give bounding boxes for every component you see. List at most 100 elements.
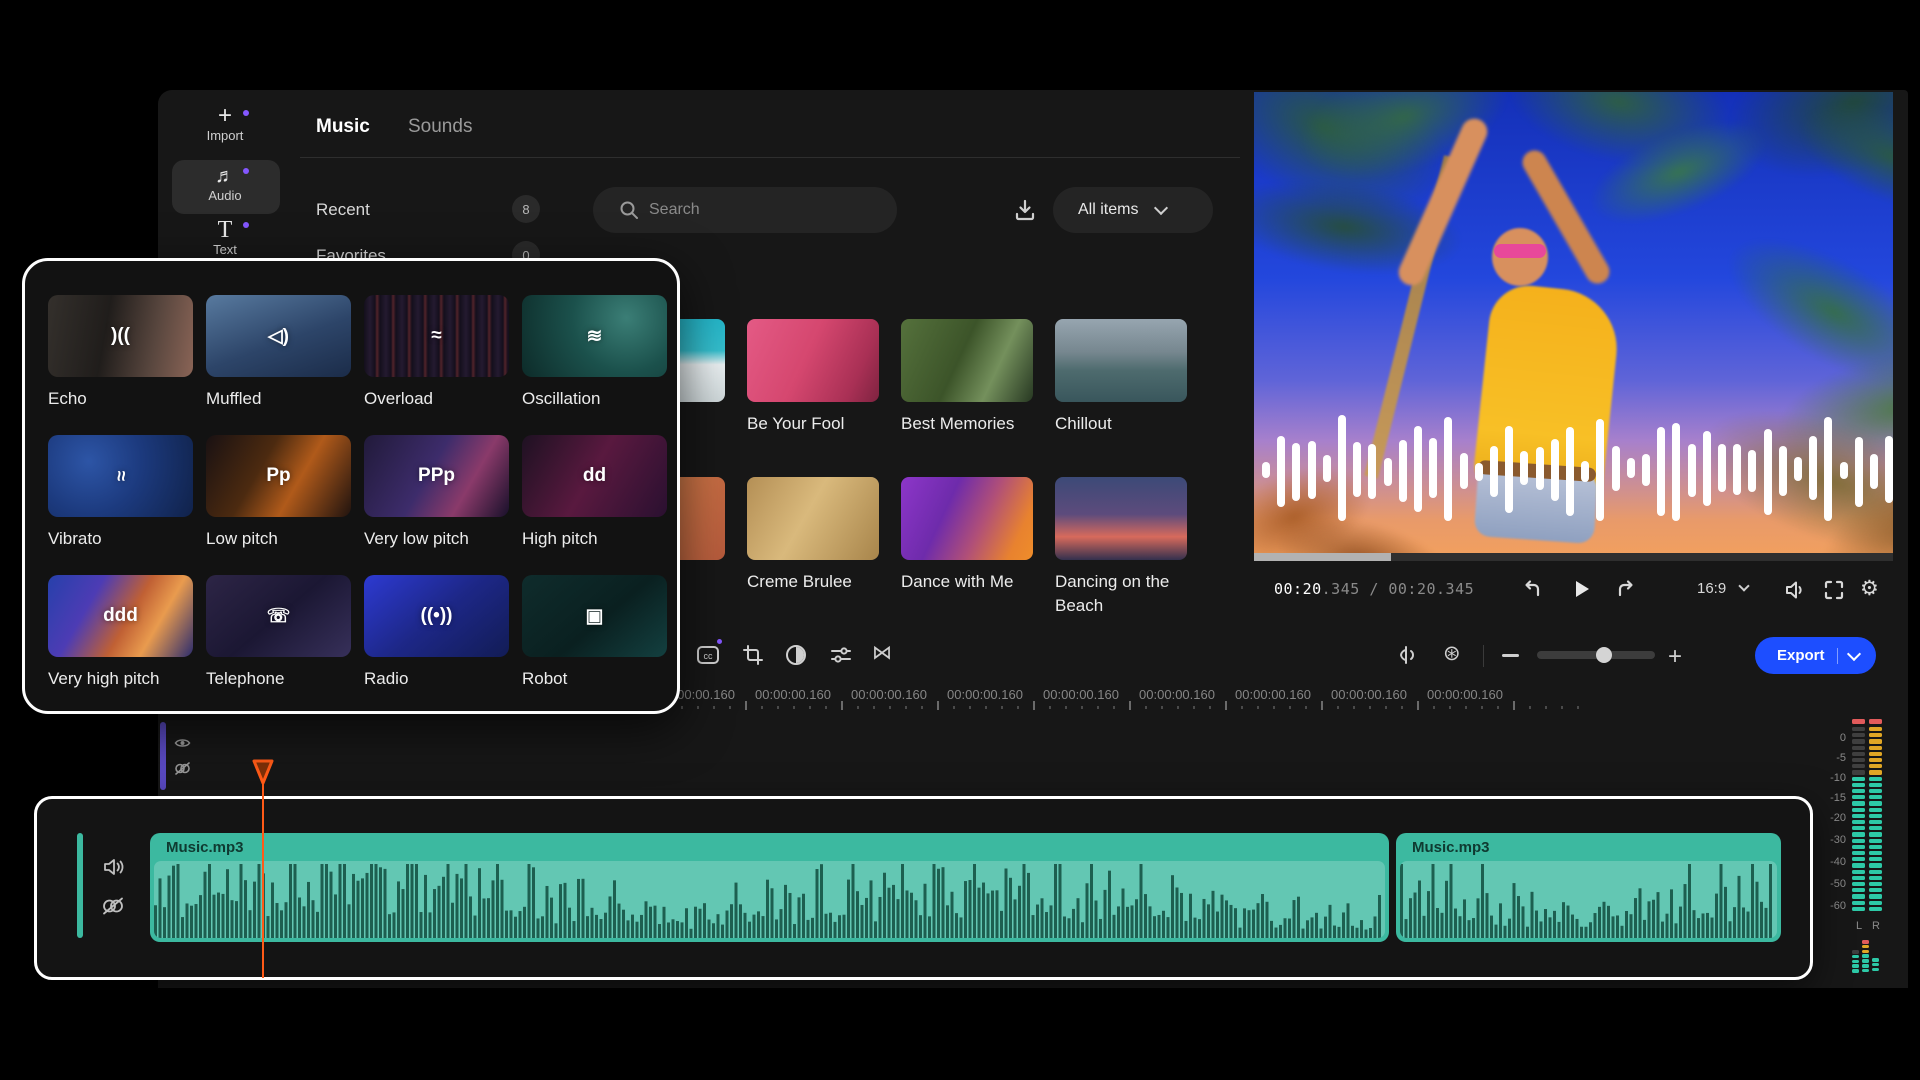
library-thumbnail[interactable] (1055, 319, 1187, 402)
effect-thumbnail[interactable]: Pp (206, 435, 351, 517)
effect-item[interactable]: )((Echo (48, 295, 193, 409)
effect-item[interactable]: PpLow pitch (206, 435, 351, 549)
effect-item[interactable]: ≋Oscillation (522, 295, 667, 409)
adjustments-icon[interactable] (829, 643, 853, 667)
effect-label: Very high pitch (48, 669, 193, 689)
search-input[interactable]: Search (593, 187, 897, 233)
meter-segment (1852, 888, 1865, 892)
sidebar-item-label: Text (171, 242, 279, 257)
effect-thumbnail[interactable]: ◁) (206, 295, 351, 377)
library-item[interactable]: Creme Brulee (747, 477, 879, 594)
effect-item[interactable]: ◁)Muffled (206, 295, 351, 409)
link-off-icon[interactable] (174, 761, 191, 776)
effect-thumbnail[interactable]: PPp (364, 435, 509, 517)
library-item[interactable]: Be Your Fool (747, 319, 879, 436)
effect-item[interactable]: PPp Very low pitch (364, 435, 509, 549)
effect-item[interactable]: ddHigh pitch (522, 435, 667, 549)
library-thumbnail[interactable] (747, 477, 879, 560)
tab-sounds[interactable]: Sounds (408, 116, 472, 138)
library-thumbnail[interactable] (901, 319, 1033, 402)
effect-item[interactable]: ▣Robot (522, 575, 667, 689)
track-speaker-icon[interactable] (101, 856, 125, 878)
effect-label: Very low pitch (364, 529, 509, 549)
waveform-bar (1292, 443, 1300, 500)
meters-icon-segment (1872, 963, 1879, 967)
tab-music[interactable]: Music (316, 116, 370, 138)
meter-segment (1869, 851, 1882, 855)
library-thumbnail[interactable] (747, 319, 879, 402)
effect-thumbnail[interactable]: ≈ (364, 295, 509, 377)
effect-thumbnail[interactable]: ≈ (48, 435, 193, 517)
audio-clip[interactable]: Music.mp3 (1396, 833, 1781, 942)
ruler-tick (1177, 706, 1179, 709)
preview-seekbar[interactable] (1254, 553, 1893, 561)
video-preview[interactable] (1254, 92, 1893, 557)
aspect-ratio-dropdown[interactable]: 16:9 (1697, 580, 1748, 597)
meter-segment (1869, 857, 1882, 861)
meter-segment (1869, 801, 1882, 805)
sidebar-item-import[interactable]: + Import (171, 104, 279, 143)
list-item-recent[interactable]: Recent (316, 200, 370, 220)
effect-thumbnail[interactable]: dd (522, 435, 667, 517)
library-item[interactable]: Dance with Me (901, 477, 1033, 594)
effect-thumbnail[interactable]: ddd (48, 575, 193, 657)
slider-thumb[interactable] (1596, 647, 1612, 663)
effect-item[interactable]: ≈ Overload (364, 295, 509, 409)
ruler-tick (985, 706, 987, 709)
contrast-icon[interactable] (784, 643, 808, 667)
effect-thumbnail[interactable]: ▣ (522, 575, 667, 657)
effect-item[interactable]: ≈Vibrato (48, 435, 193, 549)
library-thumbnail[interactable] (1055, 477, 1187, 560)
track-unlink-icon[interactable] (101, 896, 125, 916)
fullscreen-icon[interactable] (1822, 578, 1846, 602)
effect-item[interactable]: ((•)) Radio (364, 575, 509, 689)
download-icon[interactable] (1012, 197, 1038, 223)
gear-icon[interactable]: ⚙ (1860, 576, 1879, 601)
crop-icon[interactable] (741, 643, 765, 667)
waveform-bar (1718, 444, 1726, 491)
library-thumbnail[interactable] (901, 477, 1033, 560)
zoom-out-icon[interactable] (1502, 654, 1519, 657)
ruler-tick (1289, 706, 1291, 709)
ruler-timestamp: 00:00:00.160 (851, 687, 927, 702)
sidebar-item-audio[interactable]: ♬ Audio (171, 164, 279, 203)
color-wheel-icon[interactable]: ⊛ (1443, 641, 1461, 666)
ruler-tick (1065, 706, 1067, 709)
meter-segment (1852, 795, 1865, 799)
effect-thumbnail[interactable]: ≋ (522, 295, 667, 377)
effect-thumbnail[interactable]: )(( (48, 295, 193, 377)
split-clip-icon[interactable]: ⋈ (872, 640, 892, 665)
eye-icon[interactable] (174, 736, 191, 750)
sidebar-item-label: Audio (171, 188, 279, 203)
audio-levels-icon[interactable] (1396, 643, 1422, 667)
effect-label: Radio (364, 669, 509, 689)
effect-thumbnail[interactable]: ((•)) (364, 575, 509, 657)
meters-panel-icon[interactable] (1852, 940, 1882, 974)
play-icon[interactable] (1570, 578, 1592, 600)
filter-dropdown[interactable]: All items (1053, 187, 1213, 233)
audio-clip[interactable]: Music.mp3 (150, 833, 1389, 942)
timeline-zoom-slider[interactable] (1537, 651, 1655, 659)
zoom-in-icon[interactable]: + (1668, 643, 1682, 671)
next-edit-icon[interactable] (1613, 578, 1637, 602)
screenshot-stage: + Import ♬ Audio T Text Music Sounds Rec… (0, 0, 1920, 1080)
previous-edit-icon[interactable] (1521, 578, 1545, 602)
effect-item[interactable]: ☏Telephone (206, 575, 351, 689)
library-item[interactable]: Dancing on the Beach (1055, 477, 1187, 618)
export-button[interactable]: Export (1755, 637, 1876, 674)
effect-label: Overload (364, 389, 509, 409)
waveform-bar (1566, 427, 1574, 516)
playhead-line[interactable] (262, 784, 265, 978)
library-item[interactable]: Chillout (1055, 319, 1187, 436)
sidebar-item-text[interactable]: T Text (171, 218, 279, 257)
library-item[interactable]: Best Memories (901, 319, 1033, 436)
meter-scale-label: -60 (1820, 900, 1846, 912)
effect-item[interactable]: ddd Very high pitch (48, 575, 193, 689)
speaker-icon[interactable] (1782, 578, 1806, 602)
captions-icon[interactable]: cc (695, 642, 721, 668)
playhead-marker[interactable] (251, 759, 275, 786)
ruler-tick (1193, 706, 1195, 709)
effect-thumbnail[interactable]: ☏ (206, 575, 351, 657)
chevron-down-icon[interactable] (1846, 646, 1860, 660)
meter-segment (1869, 764, 1882, 768)
